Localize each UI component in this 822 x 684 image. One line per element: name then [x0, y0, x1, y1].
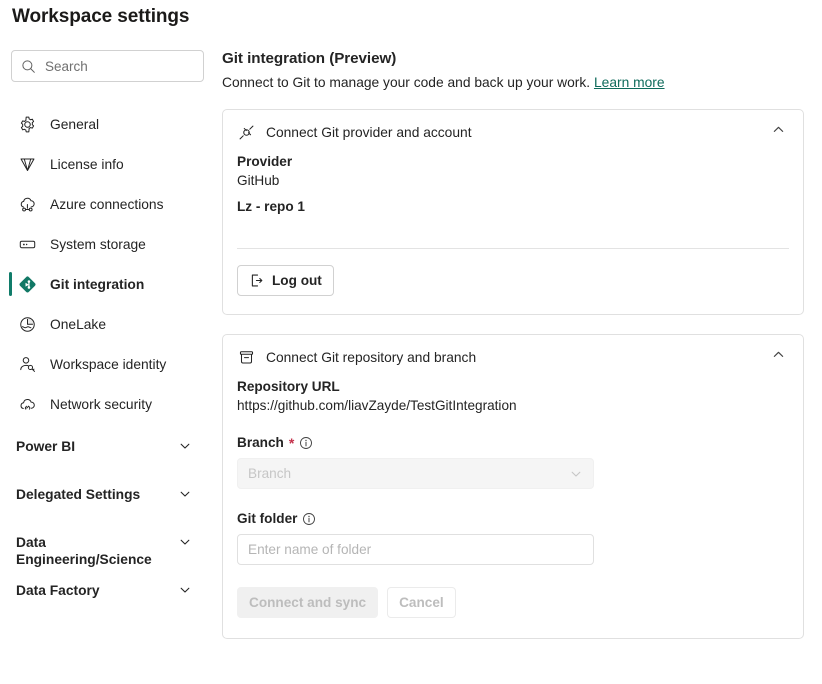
- repository-url-value: https://github.com/liavZayde/TestGitInte…: [237, 398, 789, 413]
- card-title: Connect Git provider and account: [266, 125, 771, 140]
- sidebar-item-general[interactable]: General: [0, 104, 214, 144]
- sidebar-item-label: Network security: [50, 397, 152, 412]
- search-icon: [21, 59, 36, 74]
- learn-more-link[interactable]: Learn more: [594, 75, 665, 90]
- branch-label: Branch: [237, 435, 284, 450]
- card-actions: Connect and sync Cancel: [237, 587, 789, 638]
- sidebar-group-label: Data Factory: [16, 582, 100, 599]
- section-description-text: Connect to Git to manage your code and b…: [222, 75, 590, 90]
- page-title: Workspace settings: [12, 6, 189, 28]
- sidebar-item-label: Git integration: [50, 277, 144, 292]
- cancel-button[interactable]: Cancel: [387, 587, 456, 618]
- chevron-down-icon: [178, 583, 192, 602]
- card-connect-git-repository: Connect Git repository and branch Reposi…: [222, 334, 804, 639]
- card-divider: [237, 248, 789, 249]
- main-content: Git integration (Preview) Connect to Git…: [222, 50, 822, 639]
- search-box[interactable]: [11, 50, 204, 82]
- branch-select[interactable]: Branch: [237, 458, 594, 489]
- repository-url-label: Repository URL: [237, 379, 789, 394]
- onelake-icon: [17, 314, 37, 334]
- sign-out-icon: [249, 273, 264, 288]
- cloud-connection-icon: [17, 194, 37, 214]
- settings-sidebar: General License info: [0, 50, 214, 616]
- sidebar-item-azure-connections[interactable]: Azure connections: [0, 184, 214, 224]
- chevron-down-icon: [569, 467, 583, 481]
- plug-connector-icon: [237, 123, 255, 141]
- provider-label: Provider: [237, 154, 789, 169]
- sidebar-group-data-factory[interactable]: Data Factory: [0, 582, 214, 616]
- chevron-down-icon: [178, 535, 192, 554]
- sidebar-item-git-integration[interactable]: Git integration: [0, 264, 214, 304]
- log-out-button[interactable]: Log out: [237, 265, 334, 296]
- sidebar-item-label: General: [50, 117, 99, 132]
- sidebar-groups: Power BI Delegated Settings Data Enginee…: [0, 438, 214, 616]
- sidebar-item-system-storage[interactable]: System storage: [0, 224, 214, 264]
- sidebar-item-label: Azure connections: [50, 197, 164, 212]
- info-icon[interactable]: [299, 436, 313, 450]
- sidebar-item-label: License info: [50, 157, 124, 172]
- sidebar-group-label: Power BI: [16, 438, 75, 455]
- sidebar-item-label: Workspace identity: [50, 357, 166, 372]
- sidebar-item-label: System storage: [50, 237, 146, 252]
- branch-label-row: Branch *: [237, 435, 789, 450]
- git-folder-label: Git folder: [237, 511, 297, 526]
- git-folder-label-row: Git folder: [237, 511, 789, 526]
- sidebar-group-label: Data Engineering/Science: [16, 534, 166, 568]
- sidebar-nav: General License info: [0, 104, 214, 424]
- connect-and-sync-button[interactable]: Connect and sync: [237, 587, 378, 618]
- chevron-down-icon: [178, 487, 192, 506]
- chevron-up-icon[interactable]: [771, 122, 789, 142]
- workspace-settings-page: Workspace settings General: [0, 0, 822, 684]
- card-title: Connect Git repository and branch: [266, 350, 771, 365]
- section-description: Connect to Git to manage your code and b…: [222, 75, 822, 90]
- card-header-connect-git-provider[interactable]: Connect Git provider and account: [237, 110, 789, 154]
- sidebar-item-license-info[interactable]: License info: [0, 144, 214, 184]
- section-heading: Git integration (Preview): [222, 50, 822, 67]
- sidebar-group-label: Delegated Settings: [16, 486, 140, 503]
- chevron-down-icon: [178, 439, 192, 458]
- card-body-connect-git-provider: Provider GitHub Lz - repo 1 Log out: [237, 154, 789, 314]
- card-header-connect-git-repository[interactable]: Connect Git repository and branch: [237, 335, 789, 379]
- search-input[interactable]: [45, 59, 194, 74]
- diamond-icon: [17, 154, 37, 174]
- log-out-button-label: Log out: [272, 273, 322, 288]
- info-icon[interactable]: [302, 512, 316, 526]
- git-folder-input[interactable]: [237, 534, 594, 565]
- provider-value: GitHub: [237, 173, 789, 188]
- storage-icon: [17, 234, 37, 254]
- required-marker: *: [289, 436, 294, 450]
- cloud-link-icon: [17, 394, 37, 414]
- connected-account: Lz - repo 1: [237, 199, 789, 214]
- card-body-connect-git-repository: Repository URL https://github.com/liavZa…: [237, 379, 789, 638]
- sidebar-group-data-engineering-science[interactable]: Data Engineering/Science: [0, 534, 214, 568]
- git-icon: [17, 274, 37, 294]
- sidebar-item-label: OneLake: [50, 317, 106, 332]
- card-connect-git-provider: Connect Git provider and account Provide…: [222, 109, 804, 315]
- repository-icon: [237, 348, 255, 366]
- sidebar-item-onelake[interactable]: OneLake: [0, 304, 214, 344]
- sidebar-group-delegated-settings[interactable]: Delegated Settings: [0, 486, 214, 520]
- branch-select-placeholder: Branch: [248, 466, 291, 481]
- chevron-up-icon[interactable]: [771, 347, 789, 367]
- sidebar-item-network-security[interactable]: Network security: [0, 384, 214, 424]
- sidebar-item-workspace-identity[interactable]: Workspace identity: [0, 344, 214, 384]
- sidebar-group-power-bi[interactable]: Power BI: [0, 438, 214, 472]
- gear-icon: [17, 114, 37, 134]
- person-key-icon: [17, 354, 37, 374]
